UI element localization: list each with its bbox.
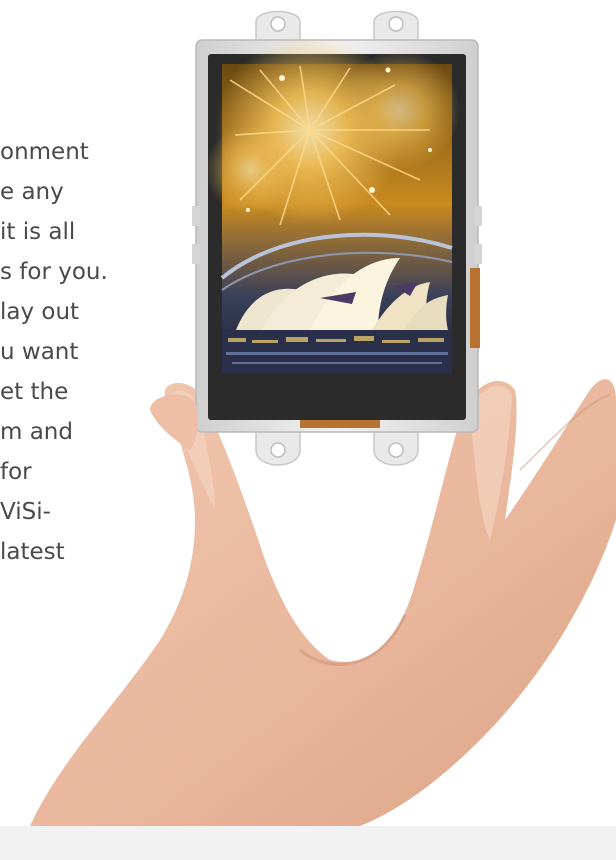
product-photo: [30, 10, 616, 826]
mounting-tab-icon: [255, 10, 419, 43]
display-module: [192, 10, 482, 466]
mounting-tab-icon: [255, 427, 419, 466]
hand: [30, 379, 616, 826]
footer-strip: [0, 826, 616, 860]
lcd-screen: [205, 35, 460, 374]
